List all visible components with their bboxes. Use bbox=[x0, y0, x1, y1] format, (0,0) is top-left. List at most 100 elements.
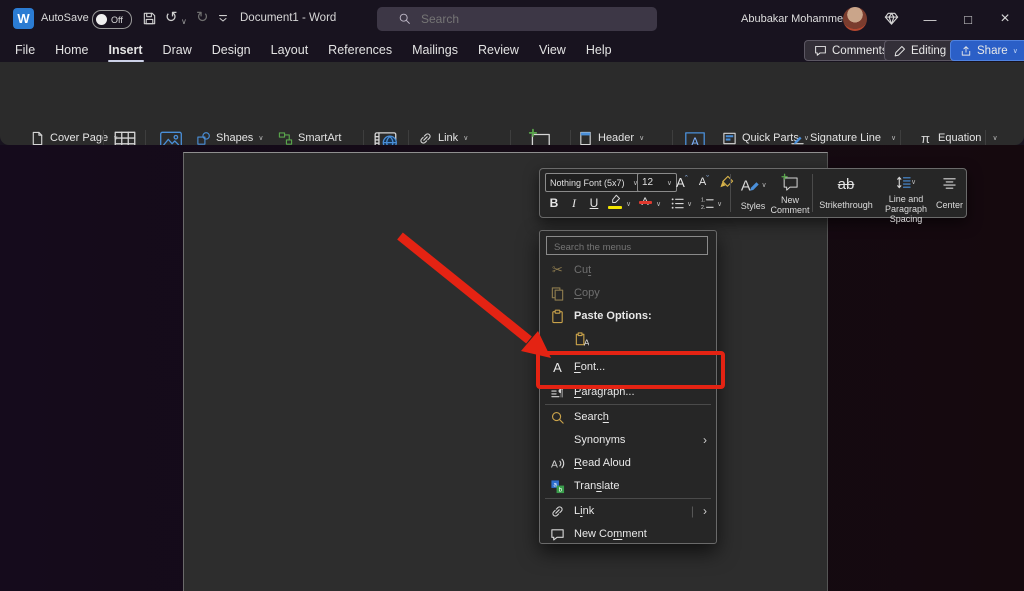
font-name-select[interactable]: Nothing Font (5x7) ∨ bbox=[545, 173, 643, 192]
tab-view[interactable]: View bbox=[538, 41, 567, 59]
chevron-down-icon[interactable]: ∨ bbox=[717, 200, 722, 208]
ribbon-tab-bar: File Home Insert Draw Design Layout Refe… bbox=[0, 38, 1024, 62]
center-button[interactable] bbox=[936, 174, 962, 192]
minimize-button[interactable]: — bbox=[919, 8, 941, 30]
redo-icon: ↻ bbox=[196, 9, 209, 27]
share-button[interactable]: Share ∨ bbox=[950, 40, 1024, 61]
menu-item-paste-options: Paste Options: bbox=[540, 305, 716, 327]
pen-icon bbox=[894, 45, 906, 57]
grow-font-button[interactable]: A ˆ bbox=[672, 173, 692, 191]
font-size-select[interactable]: 12 ∨ bbox=[637, 173, 677, 192]
smartart-icon bbox=[278, 131, 293, 146]
menu-item-cut: ✂ Cut bbox=[540, 259, 716, 281]
menu-item-translate[interactable]: Translate bbox=[540, 475, 716, 497]
user-avatar[interactable] bbox=[843, 7, 867, 31]
chevron-down-icon: ∨ bbox=[258, 134, 263, 142]
chevron-down-icon: ∨ bbox=[639, 134, 644, 142]
menu-item-read-aloud[interactable]: Read Aloud bbox=[540, 452, 716, 474]
line-spacing-label: Line and Paragraph Spacing bbox=[876, 194, 936, 224]
strikethrough-icon: ab bbox=[838, 176, 855, 193]
tab-file[interactable]: File bbox=[14, 41, 36, 59]
equation-icon: π bbox=[918, 131, 933, 146]
menu-item-new-comment[interactable]: New Comment bbox=[540, 523, 716, 545]
caret-up-icon: ˆ bbox=[685, 174, 688, 184]
menu-item-link[interactable]: Link | › bbox=[540, 500, 716, 522]
save-icon[interactable] bbox=[142, 11, 157, 26]
button-label: SmartArt bbox=[298, 132, 341, 144]
shapes-icon bbox=[196, 131, 211, 146]
numbering-button[interactable] bbox=[698, 194, 716, 212]
format-painter-icon bbox=[719, 175, 734, 190]
search-bar[interactable] bbox=[377, 7, 657, 31]
button-label: Equation bbox=[938, 132, 981, 144]
copy-icon bbox=[550, 286, 565, 301]
clipboard-icon bbox=[550, 309, 565, 324]
chevron-down-icon: ∨ bbox=[891, 134, 896, 142]
chevron-down-icon[interactable]: ∨ bbox=[687, 200, 692, 208]
bullets-icon bbox=[670, 196, 685, 211]
underline-button[interactable]: U bbox=[586, 194, 602, 212]
annotation-highlight-box bbox=[536, 351, 725, 389]
menu-item-copy: Copy bbox=[540, 282, 716, 304]
undo-icon[interactable]: ↺ bbox=[165, 9, 178, 27]
tab-review[interactable]: Review bbox=[477, 41, 520, 59]
new-comment-label: New Comment bbox=[770, 195, 810, 215]
tab-mailings[interactable]: Mailings bbox=[411, 41, 459, 59]
autosave-state: Off bbox=[111, 15, 123, 25]
line-spacing-icon bbox=[896, 175, 911, 190]
split-divider: | bbox=[691, 504, 694, 518]
styles-icon bbox=[739, 174, 761, 196]
chevron-down-icon: ∨ bbox=[911, 178, 916, 186]
font-color-button[interactable]: A bbox=[636, 193, 654, 211]
new-comment-button[interactable] bbox=[774, 172, 806, 194]
grow-font-icon: A bbox=[676, 175, 685, 190]
search-input[interactable] bbox=[419, 9, 643, 29]
header-icon bbox=[578, 131, 593, 146]
word-logo-icon[interactable]: W bbox=[13, 8, 34, 29]
menu-item-synonyms[interactable]: Synonyms › bbox=[540, 429, 716, 451]
button-label: Header bbox=[598, 132, 634, 144]
read-aloud-icon bbox=[550, 456, 565, 471]
button-label: Link bbox=[438, 132, 458, 144]
strikethrough-button[interactable]: ab bbox=[818, 174, 874, 194]
bold-button[interactable]: B bbox=[546, 194, 562, 212]
underline-icon: U bbox=[590, 196, 599, 210]
format-painter-button[interactable] bbox=[717, 173, 735, 191]
line-spacing-button[interactable]: ∨ bbox=[880, 173, 932, 191]
shrink-font-button[interactable]: A ˇ bbox=[694, 173, 714, 191]
tab-help[interactable]: Help bbox=[585, 41, 613, 59]
tab-design[interactable]: Design bbox=[211, 41, 252, 59]
font-color-swatch bbox=[639, 201, 652, 204]
tab-references[interactable]: References bbox=[327, 41, 393, 59]
menu-item-search[interactable]: Search bbox=[540, 406, 716, 428]
comments-button-label: Comments bbox=[832, 45, 888, 57]
button-label: Shapes bbox=[216, 132, 253, 144]
tab-layout[interactable]: Layout bbox=[270, 41, 310, 59]
tab-home[interactable]: Home bbox=[54, 41, 89, 59]
customize-toolbar-icon[interactable] bbox=[216, 11, 230, 25]
caret-down-icon: ˇ bbox=[706, 174, 709, 184]
ribbon: Cover Page ∨ Blank Page Page Break Table… bbox=[0, 62, 1024, 145]
chevron-down-icon[interactable]: ∨ bbox=[626, 200, 631, 208]
italic-button[interactable]: I bbox=[566, 194, 582, 212]
chevron-down-icon: ∨ bbox=[463, 134, 468, 142]
chevron-down-icon[interactable]: ∨ bbox=[656, 200, 661, 208]
menu-search-input[interactable] bbox=[552, 240, 704, 255]
styles-button[interactable]: ∨ bbox=[736, 173, 770, 197]
menu-search-box[interactable] bbox=[546, 236, 708, 255]
button-label: Signature Line bbox=[810, 132, 881, 144]
editing-button-label: Editing bbox=[911, 45, 946, 57]
user-name[interactable]: Abubakar Mohammed bbox=[741, 13, 849, 25]
autosave-toggle[interactable]: Off bbox=[92, 10, 132, 29]
paste-option-keep-text-only[interactable] bbox=[540, 328, 716, 350]
tab-insert[interactable]: Insert bbox=[108, 41, 144, 59]
maximize-button[interactable]: □ bbox=[957, 8, 979, 30]
tab-draw[interactable]: Draw bbox=[162, 41, 193, 59]
highlight-button[interactable] bbox=[606, 193, 624, 211]
gem-icon[interactable] bbox=[884, 11, 899, 26]
undo-chevron-icon[interactable]: ∨ bbox=[181, 13, 187, 31]
close-button[interactable]: × bbox=[994, 8, 1016, 30]
numbering-icon bbox=[700, 196, 715, 211]
bullets-button[interactable] bbox=[668, 194, 686, 212]
chevron-down-icon: ∨ bbox=[1013, 47, 1018, 55]
